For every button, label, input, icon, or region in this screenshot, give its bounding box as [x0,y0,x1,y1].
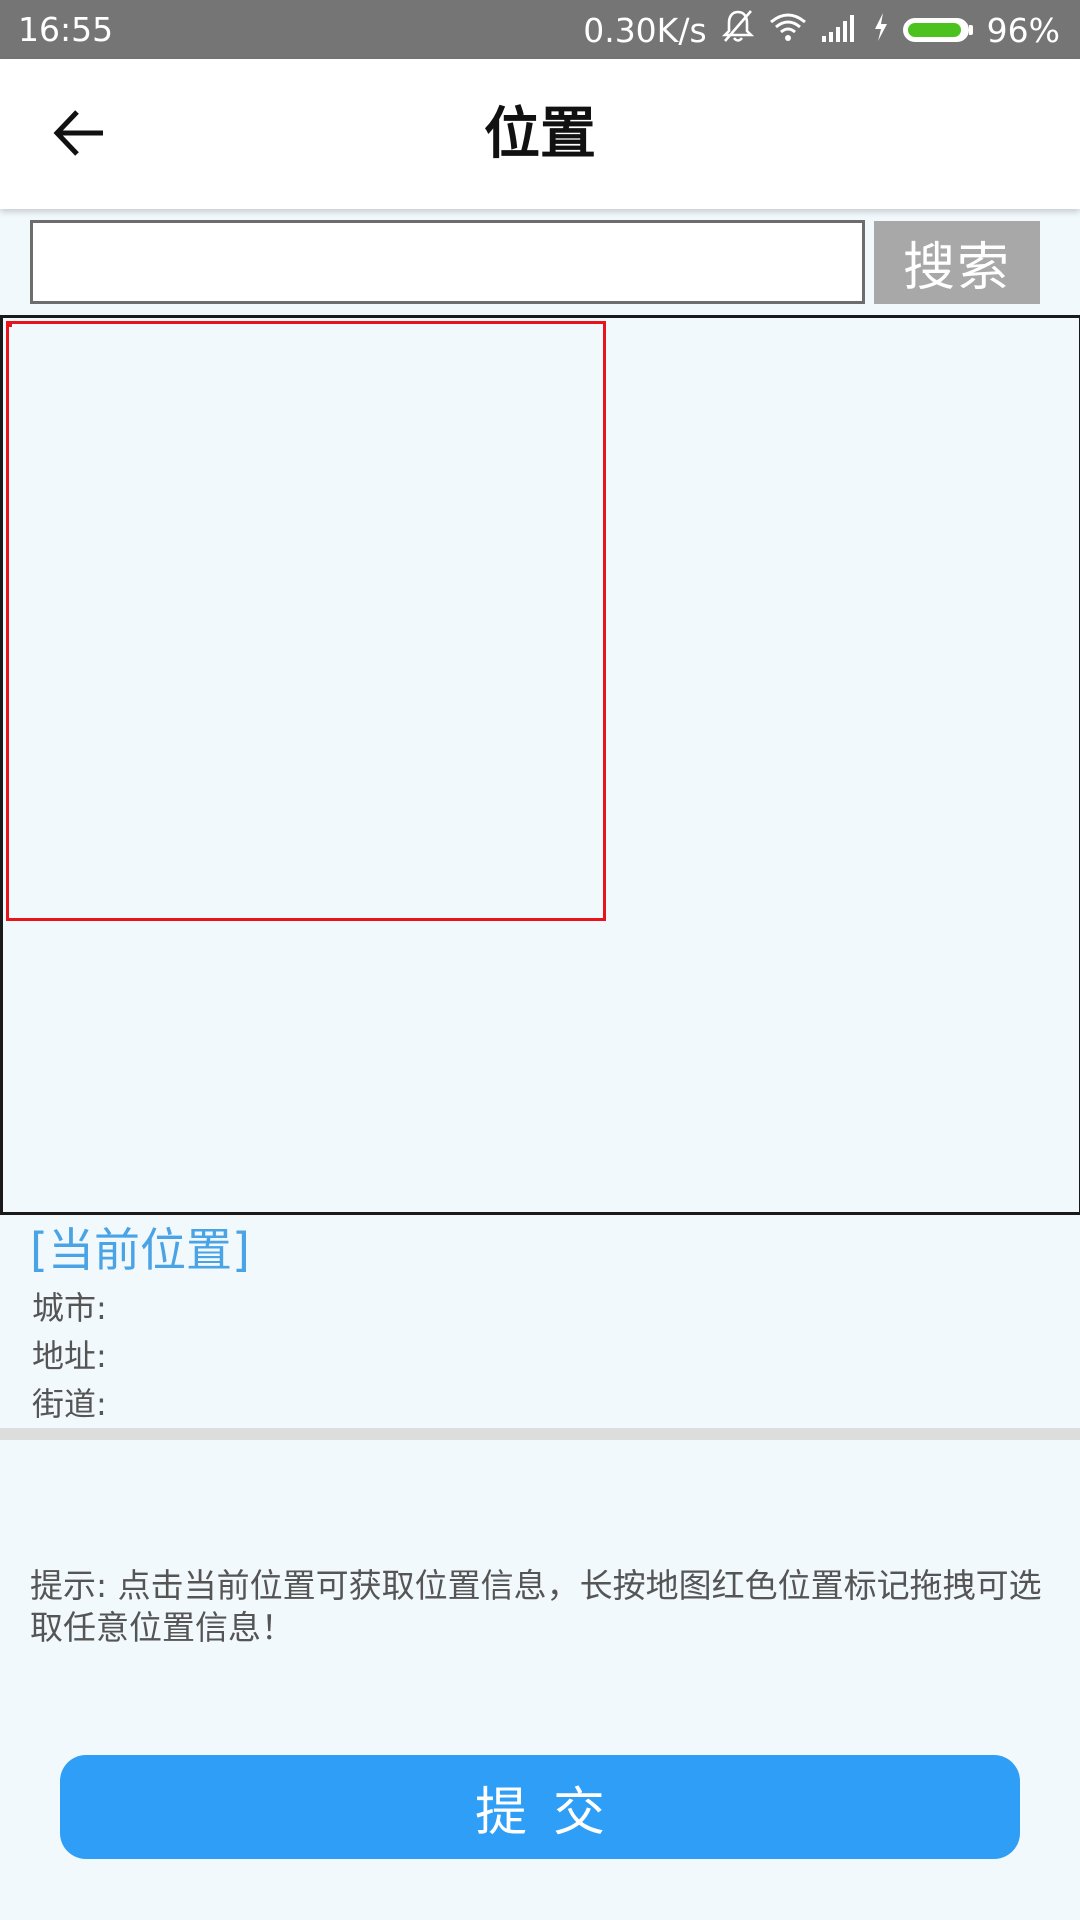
bell-off-icon [721,8,755,52]
search-input[interactable] [30,220,865,304]
city-label: 城市: [32,1289,107,1327]
status-bar: 16:55 0.30K/s 96% [0,0,1080,59]
map-marker-dot [6,321,12,327]
street-row: 街道: [32,1382,107,1426]
search-button[interactable]: 搜索 [874,221,1040,304]
signal-icon [821,11,859,50]
app-bar: 位置 [0,59,1080,209]
battery-icon [902,18,973,42]
network-speed: 0.30K/s [583,10,707,50]
page-root: 16:55 0.30K/s 96% 位置 搜索 [当前位置] 城市: 地址: 街… [0,0,1080,1920]
map-location-marker[interactable] [6,321,606,921]
map-view[interactable] [0,315,1080,1215]
address-row: 地址: [32,1334,107,1378]
submit-button[interactable]: 提交 [60,1755,1020,1859]
status-time: 16:55 [18,10,114,49]
section-divider [0,1428,1080,1440]
street-label: 街道: [32,1385,107,1423]
battery-percent: 96% [986,10,1060,50]
hint-text: 提示: 点击当前位置可获取位置信息，长按地图红色位置标记拖拽可选取任意位置信息！ [30,1566,1042,1647]
city-row: 城市: [32,1286,107,1330]
address-label: 地址: [32,1337,107,1375]
current-location-link[interactable]: [当前位置] [30,1222,250,1278]
wifi-icon [769,11,807,50]
status-icons: 0.30K/s 96% [569,10,1060,50]
charging-icon [873,11,889,50]
page-title: 位置 [484,102,596,167]
